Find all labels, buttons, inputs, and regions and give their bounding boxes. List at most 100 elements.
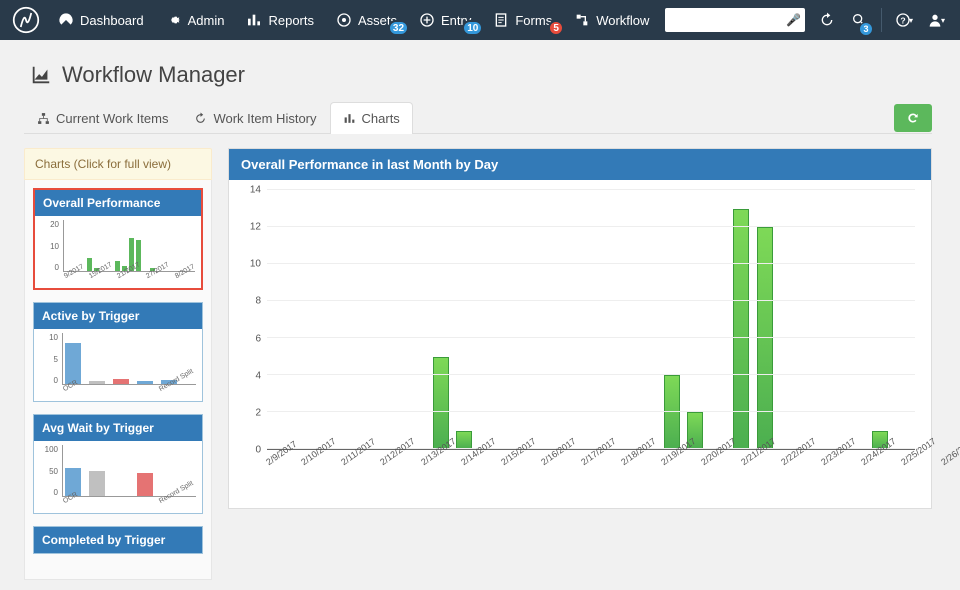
x-tick: 2/18/2017 <box>622 450 662 490</box>
brand-logo[interactable] <box>12 6 40 34</box>
nav-label: Forms <box>515 13 552 28</box>
help-button[interactable]: ?▾ <box>888 0 920 40</box>
nav-entry[interactable]: Entry 10 <box>409 6 481 34</box>
workflow-icon <box>574 12 590 28</box>
sidebar-body[interactable]: Overall Performance 20100 9/201715/20172… <box>24 180 212 580</box>
nav-reports[interactable]: Reports <box>236 6 324 34</box>
nav-items: Dashboard Admin Reports Assets 32 Entry … <box>48 6 659 34</box>
page-body: Workflow Manager Current Work Items Work… <box>0 40 960 590</box>
y-tick: 14 <box>250 185 261 196</box>
nav-admin[interactable]: Admin <box>156 6 235 34</box>
forms-icon <box>493 12 509 28</box>
svg-text:?: ? <box>900 15 905 25</box>
x-tick: 2/24/2017 <box>862 450 902 490</box>
nav-label: Admin <box>188 13 225 28</box>
x-tick: 2/12/2017 <box>381 450 421 490</box>
thumb-title: Completed by Trigger <box>34 527 202 553</box>
x-tick: 2/23/2017 <box>822 450 862 490</box>
thumb-title: Active by Trigger <box>34 303 202 329</box>
chart-bar[interactable] <box>664 375 680 449</box>
content-row: Charts (Click for full view) Overall Per… <box>24 148 932 580</box>
tab-label: Current Work Items <box>56 111 168 126</box>
x-tick: 2/10/2017 <box>302 450 342 490</box>
gear-icon <box>166 12 182 28</box>
thumb-body: 1050 OCRRecord Split <box>34 329 202 401</box>
nav-workflow[interactable]: Workflow <box>564 6 659 34</box>
main-chart-body: 02468101214 2/9/20172/10/20172/11/20172/… <box>229 180 931 508</box>
page-title: Workflow Manager <box>30 62 932 88</box>
reload-button[interactable] <box>811 0 843 40</box>
nav-label: Dashboard <box>80 13 144 28</box>
chart-bar[interactable] <box>456 431 472 450</box>
chart-bar[interactable] <box>757 227 773 449</box>
y-tick: 2 <box>255 407 261 418</box>
badge: 32 <box>388 20 409 36</box>
x-tick: 2/11/2017 <box>342 450 381 490</box>
sitemap-icon <box>37 112 50 125</box>
top-nav: Dashboard Admin Reports Assets 32 Entry … <box>0 0 960 40</box>
search-input[interactable] <box>669 13 786 27</box>
sidebar-header: Charts (Click for full view) <box>24 148 212 180</box>
main-chart-title: Overall Performance in last Month by Day <box>229 149 931 180</box>
x-tick: 2/16/2017 <box>542 450 582 490</box>
chart-thumb-overall-performance[interactable]: Overall Performance 20100 9/201715/20172… <box>33 188 203 290</box>
tab-work-item-history[interactable]: Work Item History <box>181 102 329 134</box>
y-tick: 4 <box>255 370 261 381</box>
assets-icon <box>336 12 352 28</box>
tab-charts[interactable]: Charts <box>330 102 413 134</box>
x-tick: 2/9/2017 <box>267 450 302 490</box>
search-button[interactable]: 3 <box>843 0 875 40</box>
thumb-title: Avg Wait by Trigger <box>34 415 202 441</box>
thumb-body: 20100 9/201715/201721/201727/20178/2017 <box>35 216 201 288</box>
user-menu[interactable]: ▾ <box>920 0 952 40</box>
area-chart-icon <box>30 64 52 86</box>
chart-thumb-completed-by-trigger[interactable]: Completed by Trigger <box>33 526 203 554</box>
nav-label: Workflow <box>596 13 649 28</box>
nav-forms[interactable]: Forms 5 <box>483 6 562 34</box>
x-tick: 2/26/2017 <box>942 450 960 490</box>
badge: 3 <box>859 22 873 36</box>
charts-sidebar: Charts (Click for full view) Overall Per… <box>24 148 212 580</box>
y-tick: 12 <box>250 222 261 233</box>
separator <box>881 8 882 32</box>
x-tick: 2/14/2017 <box>462 450 502 490</box>
bar-chart-icon <box>343 112 356 125</box>
y-tick: 10 <box>250 259 261 270</box>
x-tick: 2/15/2017 <box>502 450 542 490</box>
nav-assets[interactable]: Assets 32 <box>326 6 407 34</box>
thumb-title: Overall Performance <box>35 190 201 216</box>
chart-bar[interactable] <box>433 357 449 450</box>
nav-dashboard[interactable]: Dashboard <box>48 6 154 34</box>
x-tick: 2/22/2017 <box>782 450 822 490</box>
y-tick: 0 <box>255 445 261 456</box>
x-tick: 2/21/2017 <box>742 450 782 490</box>
tab-bar: Current Work Items Work Item History Cha… <box>24 102 932 134</box>
x-tick: 2/25/2017 <box>902 450 942 490</box>
x-tick: 2/13/2017 <box>422 450 462 490</box>
y-tick: 6 <box>255 333 261 344</box>
badge: 5 <box>548 20 564 36</box>
tab-label: Charts <box>362 111 400 126</box>
refresh-button[interactable] <box>894 104 932 132</box>
x-tick: 2/17/2017 <box>582 450 622 490</box>
chart-thumb-active-by-trigger[interactable]: Active by Trigger 1050 OCRRecord Split <box>33 302 203 402</box>
refresh-icon <box>906 111 920 125</box>
chart-thumb-avg-wait-by-trigger[interactable]: Avg Wait by Trigger 100500 OCRRecord Spl… <box>33 414 203 514</box>
badge: 10 <box>462 20 483 36</box>
search-box[interactable]: 🎤 <box>665 8 805 32</box>
dashboard-icon <box>58 12 74 28</box>
history-icon <box>194 112 207 125</box>
thumb-body: 100500 OCRRecord Split <box>34 441 202 513</box>
tab-current-work-items[interactable]: Current Work Items <box>24 102 181 134</box>
entry-icon <box>419 12 435 28</box>
mic-icon[interactable]: 🎤 <box>786 13 801 27</box>
x-tick: 2/20/2017 <box>702 450 742 490</box>
nav-label: Reports <box>268 13 314 28</box>
chart-bar[interactable] <box>733 209 749 450</box>
x-tick: 2/19/2017 <box>662 450 702 490</box>
y-tick: 8 <box>255 296 261 307</box>
tab-label: Work Item History <box>213 111 316 126</box>
bar-chart-icon <box>246 12 262 28</box>
chart-canvas: 02468101214 2/9/20172/10/20172/11/20172/… <box>237 190 919 490</box>
main-chart-panel: Overall Performance in last Month by Day… <box>228 148 932 509</box>
